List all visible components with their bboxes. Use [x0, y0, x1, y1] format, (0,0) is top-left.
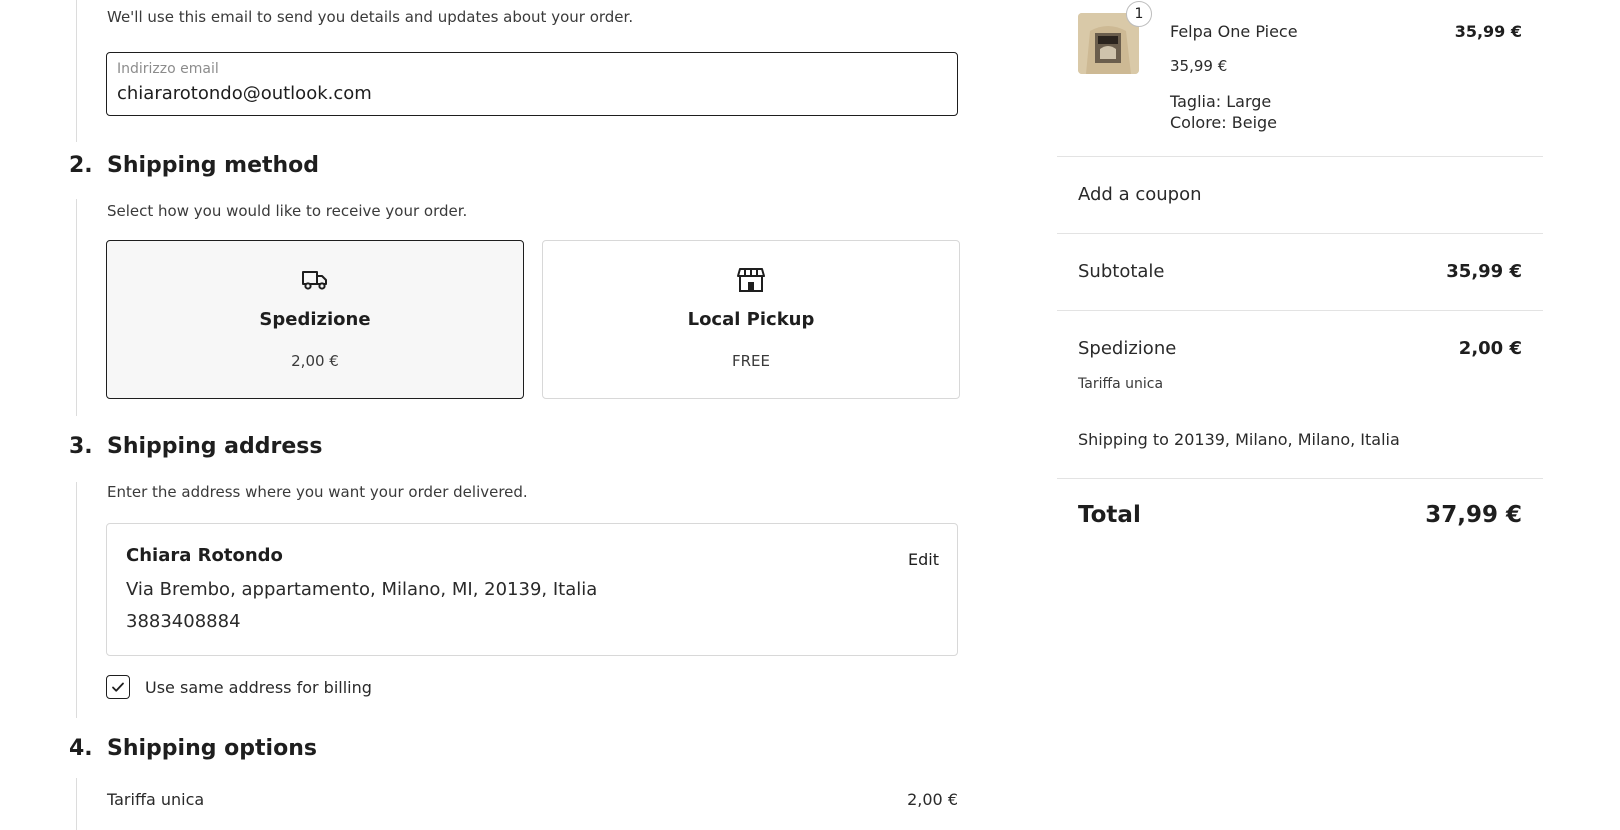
- shipping-option-price: FREE: [731, 352, 770, 370]
- shipping-rate-note: Tariffa unica: [1078, 376, 1164, 392]
- shipping-option-local-pickup[interactable]: Local Pickup FREE: [542, 240, 960, 399]
- shipping-label: Spedizione: [1078, 338, 1177, 359]
- checkmark-icon: [112, 682, 124, 692]
- total-value: 37,99 €: [1425, 502, 1522, 528]
- shipping-option-label: Spedizione: [259, 309, 371, 330]
- shipping-address-title: Shipping address: [107, 434, 323, 459]
- same-billing-label[interactable]: Use same address for billing: [145, 678, 372, 697]
- same-billing-checkbox[interactable]: [106, 675, 130, 699]
- shipping-address-helper: Enter the address where you want your or…: [107, 483, 528, 501]
- product-line-total: 35,99 €: [1454, 22, 1522, 41]
- subtotal-value: 35,99 €: [1446, 261, 1522, 282]
- shipping-option-price: 2,00 €: [291, 352, 339, 370]
- step-connector-line: [76, 199, 77, 416]
- shipping-options-title: Shipping options: [107, 736, 317, 761]
- total-label: Total: [1078, 502, 1141, 528]
- quantity-badge: 1: [1126, 1, 1152, 27]
- shipping-destination: Shipping to 20139, Milano, Milano, Itali…: [1078, 430, 1400, 449]
- step-connector-line: [76, 482, 77, 718]
- step-connector-line: [76, 0, 77, 142]
- truck-icon: [301, 267, 329, 293]
- step-number: 3.: [69, 434, 93, 459]
- add-coupon-button[interactable]: Add a coupon: [1078, 184, 1202, 205]
- step-number: 2.: [69, 153, 93, 178]
- shipping-rate-name: Tariffa unica: [107, 790, 205, 809]
- email-input[interactable]: [117, 83, 937, 104]
- shipping-value: 2,00 €: [1458, 338, 1522, 359]
- summary-divider: [1057, 478, 1543, 479]
- summary-divider: [1057, 233, 1543, 234]
- subtotal-label: Subtotale: [1078, 261, 1165, 282]
- product-unit-price: 35,99 €: [1170, 57, 1228, 75]
- address-line: Via Brembo, appartamento, Milano, MI, 20…: [126, 579, 598, 600]
- email-field-label: Indirizzo email: [117, 61, 219, 77]
- address-name: Chiara Rotondo: [126, 545, 283, 566]
- shipping-option-label: Local Pickup: [687, 309, 815, 330]
- summary-divider: [1057, 310, 1543, 311]
- email-field[interactable]: Indirizzo email: [106, 52, 958, 116]
- address-card: Chiara Rotondo Via Brembo, appartamento,…: [106, 523, 958, 656]
- address-phone: 3883408884: [126, 611, 241, 632]
- step-connector-line: [76, 778, 77, 830]
- contact-helper-text: We'll use this email to send you details…: [107, 8, 634, 26]
- product-name: Felpa One Piece: [1170, 22, 1298, 41]
- edit-address-button[interactable]: Edit: [908, 550, 939, 569]
- shipping-rate-price: 2,00 €: [907, 790, 958, 809]
- summary-divider: [1057, 156, 1543, 157]
- shipping-method-title: Shipping method: [107, 153, 320, 178]
- shipping-method-helper: Select how you would like to receive you…: [107, 202, 468, 220]
- store-icon: [737, 267, 765, 293]
- product-color: Colore: Beige: [1170, 113, 1278, 132]
- step-number: 4.: [69, 736, 93, 761]
- product-size: Taglia: Large: [1170, 92, 1272, 111]
- shipping-option-spedizione[interactable]: Spedizione 2,00 €: [106, 240, 524, 399]
